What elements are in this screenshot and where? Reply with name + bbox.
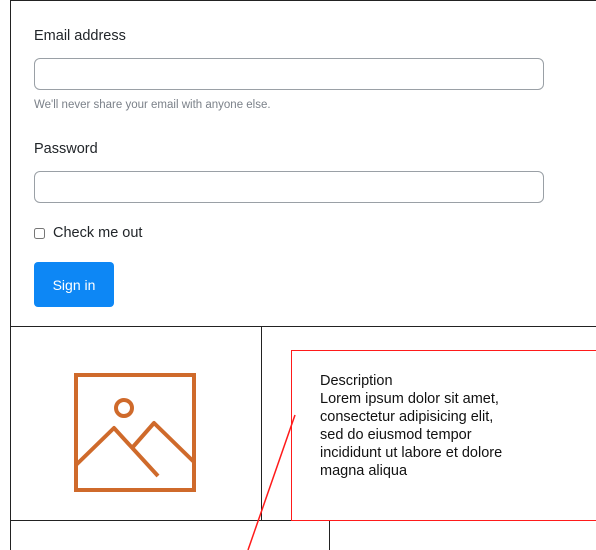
email-field[interactable] [34, 58, 544, 90]
column-divider-lower [329, 520, 330, 550]
description-text: Description Lorem ipsum dolor sit amet, … [320, 372, 550, 484]
check-me-out-label: Check me out [53, 225, 143, 241]
description-line: Lorem ipsum dolor sit amet, [320, 391, 499, 407]
description-line: incididunt ut labore et dolore [320, 445, 503, 461]
row-divider-top [10, 326, 596, 327]
sign-in-form: Email address We'll never share your ema… [34, 0, 546, 320]
email-label: Email address [34, 28, 126, 44]
description-line: sed do eiusmod tempor [320, 427, 472, 443]
description-line: consectetur adipisicing elit, [320, 409, 494, 425]
check-me-out-row[interactable]: Check me out [34, 225, 142, 241]
email-help-text: We'll never share your email with anyone… [34, 99, 271, 111]
check-me-out-checkbox[interactable] [34, 227, 45, 239]
description-title: Description [320, 373, 393, 389]
image-placeholder-icon [74, 373, 196, 492]
description-line: magna aliqua [320, 463, 408, 479]
column-divider [261, 326, 262, 520]
sign-in-button[interactable]: Sign in [34, 262, 114, 307]
password-field[interactable] [34, 171, 544, 203]
password-label: Password [34, 141, 98, 157]
